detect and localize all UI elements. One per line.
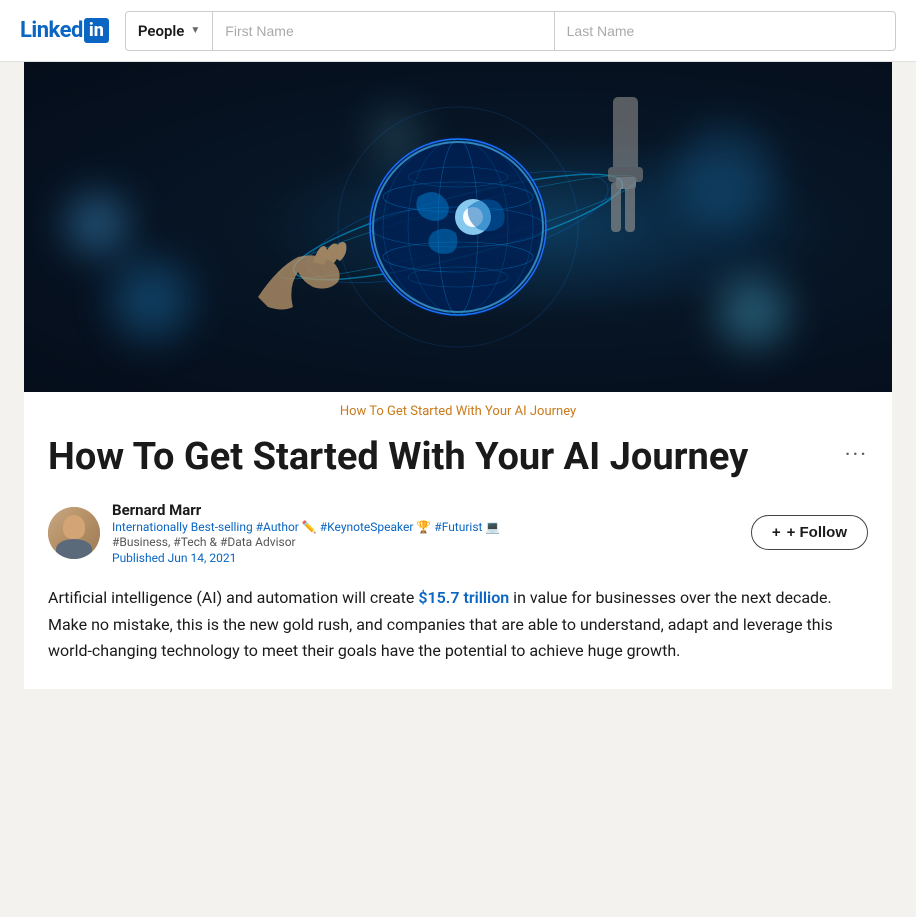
body-intro: Artificial intelligence (AI) and automat… (48, 588, 418, 607)
author-bio-line1: Internationally Best-selling #Author ✏️ … (112, 519, 500, 536)
article-title-row: How To Get Started With Your AI Journey … (48, 435, 868, 481)
follow-plus-icon: + (772, 524, 781, 541)
hero-background (24, 62, 892, 392)
dropdown-label: People (138, 22, 185, 40)
article-body: Artificial intelligence (AI) and automat… (48, 585, 868, 664)
bokeh-decoration-3 (675, 128, 775, 228)
author-info: Bernard Marr Internationally Best-sellin… (112, 501, 500, 566)
logo-in-badge: in (84, 18, 109, 43)
search-type-dropdown[interactable]: People ▼ (125, 11, 212, 51)
last-name-input[interactable] (554, 11, 896, 51)
avatar[interactable] (48, 507, 100, 559)
bokeh-decoration-4 (718, 277, 788, 347)
publish-date: Published Jun 14, 2021 (112, 551, 500, 565)
top-navigation: Linkedin People ▼ (0, 0, 916, 62)
highlight-amount-link[interactable]: $15.7 trillion (418, 588, 509, 607)
article-title: How To Get Started With Your AI Journey (48, 435, 845, 481)
search-area: People ▼ (125, 11, 896, 51)
breadcrumb-link[interactable]: How To Get Started With Your AI Journey (48, 392, 868, 427)
author-name[interactable]: Bernard Marr (112, 501, 500, 519)
globe-svg (258, 77, 658, 377)
avatar-body (56, 539, 92, 559)
logo-text: Linked (20, 18, 83, 43)
article-content: How To Get Started With Your AI Journey … (24, 392, 892, 689)
main-content: How To Get Started With Your AI Journey … (24, 62, 892, 689)
bokeh-decoration-2 (67, 194, 127, 254)
follow-label: + Follow (787, 524, 847, 541)
author-bio-line2: #Business, #Tech & #Data Advisor (112, 535, 500, 549)
bokeh-decoration-1 (111, 260, 191, 340)
follow-button[interactable]: + + Follow (751, 515, 868, 550)
first-name-input[interactable] (212, 11, 553, 51)
name-search-inputs (212, 11, 896, 51)
avatar-face (63, 515, 85, 539)
author-section: Bernard Marr Internationally Best-sellin… (48, 501, 868, 566)
author-left: Bernard Marr Internationally Best-sellin… (48, 501, 500, 566)
more-options-button[interactable]: ··· (845, 443, 868, 468)
linkedin-logo[interactable]: Linkedin (20, 18, 109, 43)
chevron-down-icon: ▼ (190, 25, 200, 36)
hero-image (24, 62, 892, 392)
